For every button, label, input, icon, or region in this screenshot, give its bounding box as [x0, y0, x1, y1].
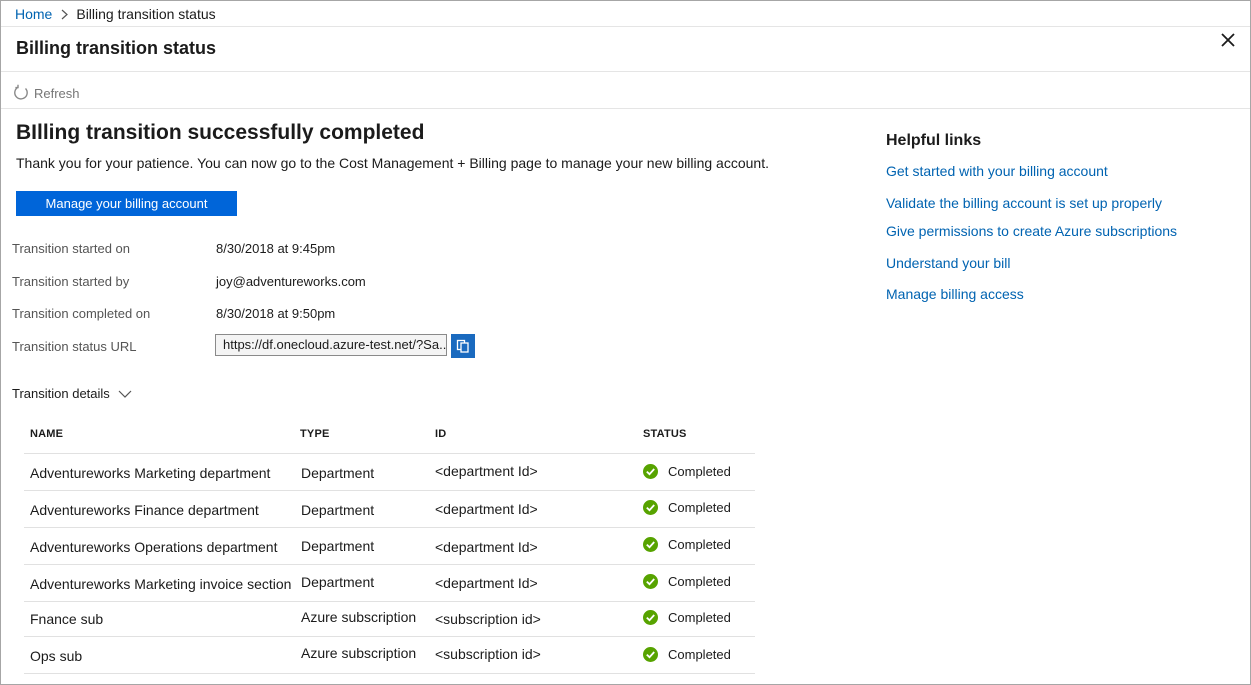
row-status-label: Completed: [668, 574, 731, 589]
row-type: Department: [301, 574, 375, 590]
table-row: Adventureworks Marketing invoice section…: [24, 564, 755, 601]
row-name: Adventureworks Marketing department: [30, 465, 271, 481]
breadcrumb-home-link[interactable]: Home: [15, 6, 52, 22]
completed-on-label: Transition completed on: [12, 306, 151, 321]
link-give-permissions[interactable]: Give permissions to create Azure subscri…: [886, 223, 1177, 239]
status-url-label: Transition status URL: [12, 339, 137, 354]
helpful-links-title: Helpful links: [886, 132, 982, 149]
row-status: Completed: [643, 500, 731, 515]
row-status: Completed: [643, 464, 731, 479]
table-row: Adventureworks Operations department Dep…: [24, 527, 755, 564]
helpful-links-panel: Helpful links: [886, 132, 981, 150]
table-row: Fnance sub Azure subscription <subscript…: [24, 601, 755, 636]
toolbar-divider: [1, 108, 1250, 109]
check-circle-icon: [643, 647, 658, 662]
row-status: Completed: [643, 647, 731, 662]
column-header-status: STATUS: [643, 428, 687, 440]
refresh-icon: [12, 84, 30, 102]
row-type: Department: [301, 538, 375, 554]
manage-billing-account-button[interactable]: Manage your billing account: [16, 191, 237, 216]
row-status-label: Completed: [668, 647, 731, 662]
link-manage-billing-access[interactable]: Manage billing access: [886, 286, 1024, 302]
row-name: Adventureworks Operations department: [30, 539, 278, 555]
transition-details-label: Transition details: [12, 386, 110, 401]
started-by-label: Transition started by: [12, 274, 130, 289]
row-status-label: Completed: [668, 500, 731, 515]
link-understand-bill[interactable]: Understand your bill: [886, 255, 1011, 271]
breadcrumb-divider: [1, 26, 1250, 27]
refresh-button[interactable]: Refresh: [12, 84, 80, 102]
row-id: <subscription id>: [435, 646, 541, 662]
column-header-id: ID: [435, 428, 447, 440]
started-on-label: Transition started on: [12, 241, 131, 256]
row-id: <department Id>: [435, 463, 538, 479]
row-type: Department: [301, 465, 375, 481]
close-icon[interactable]: [1220, 32, 1236, 48]
link-validate-account[interactable]: Validate the billing account is set up p…: [886, 195, 1162, 211]
breadcrumb-current: Billing transition status: [76, 6, 216, 22]
column-header-type: TYPE: [300, 428, 330, 440]
status-heading: BIlling transition successfully complete…: [16, 121, 425, 144]
row-id: <department Id>: [435, 501, 538, 517]
row-status: Completed: [643, 610, 731, 625]
check-circle-icon: [643, 537, 658, 552]
check-circle-icon: [643, 464, 658, 479]
check-circle-icon: [643, 574, 658, 589]
row-name: Ops sub: [30, 648, 83, 664]
page-title: Billing transition status: [16, 38, 217, 58]
table-row: Adventureworks Marketing department Depa…: [24, 453, 755, 490]
started-by-value: joy@adventureworks.com: [216, 274, 366, 289]
row-status: Completed: [643, 537, 731, 552]
table-row: Adventureworks Finance department Depart…: [24, 490, 755, 527]
status-url-field[interactable]: https://df.onecloud.azure-test.net/?Sa..…: [215, 334, 447, 356]
refresh-label: Refresh: [34, 85, 80, 101]
transition-details-toggle[interactable]: Transition details: [12, 386, 132, 401]
row-id: <department Id>: [435, 539, 538, 555]
row-id: <subscription id>: [435, 611, 541, 627]
row-status: Completed: [643, 574, 731, 589]
completed-on-value: 8/30/2018 at 9:50pm: [216, 306, 336, 321]
started-on-value: 8/30/2018 at 9:45pm: [216, 241, 336, 256]
row-name: Adventureworks Finance department: [30, 502, 259, 518]
column-header-name: NAME: [30, 428, 64, 440]
copy-url-button[interactable]: [451, 334, 475, 358]
row-status-label: Completed: [668, 537, 731, 552]
row-name: Adventureworks Marketing invoice section: [30, 576, 292, 592]
row-name: Fnance sub: [30, 611, 104, 627]
row-id: <department Id>: [435, 575, 538, 591]
billing-transition-blade: Home Billing transition status Billing t…: [0, 0, 1251, 685]
row-type: Azure subscription: [301, 609, 417, 625]
row-status-label: Completed: [668, 464, 731, 479]
status-description: Thank you for your patience. You can now…: [16, 155, 769, 171]
check-circle-icon: [643, 610, 658, 625]
chevron-down-icon: [118, 389, 132, 399]
row-type: Department: [301, 502, 375, 518]
breadcrumb-chevron-icon: [52, 9, 76, 20]
row-status-label: Completed: [668, 610, 731, 625]
row-type: Azure subscription: [301, 645, 417, 661]
breadcrumb: Home Billing transition status: [15, 5, 216, 23]
transition-details-table: NAME TYPE ID STATUS Adventureworks Marke…: [24, 415, 755, 674]
copy-icon: [456, 339, 470, 353]
table-row: Ops sub Azure subscription <subscription…: [24, 636, 755, 674]
link-get-started[interactable]: Get started with your billing account: [886, 163, 1108, 179]
check-circle-icon: [643, 500, 658, 515]
header-divider: [1, 71, 1250, 72]
table-header: NAME TYPE ID STATUS: [24, 415, 755, 453]
